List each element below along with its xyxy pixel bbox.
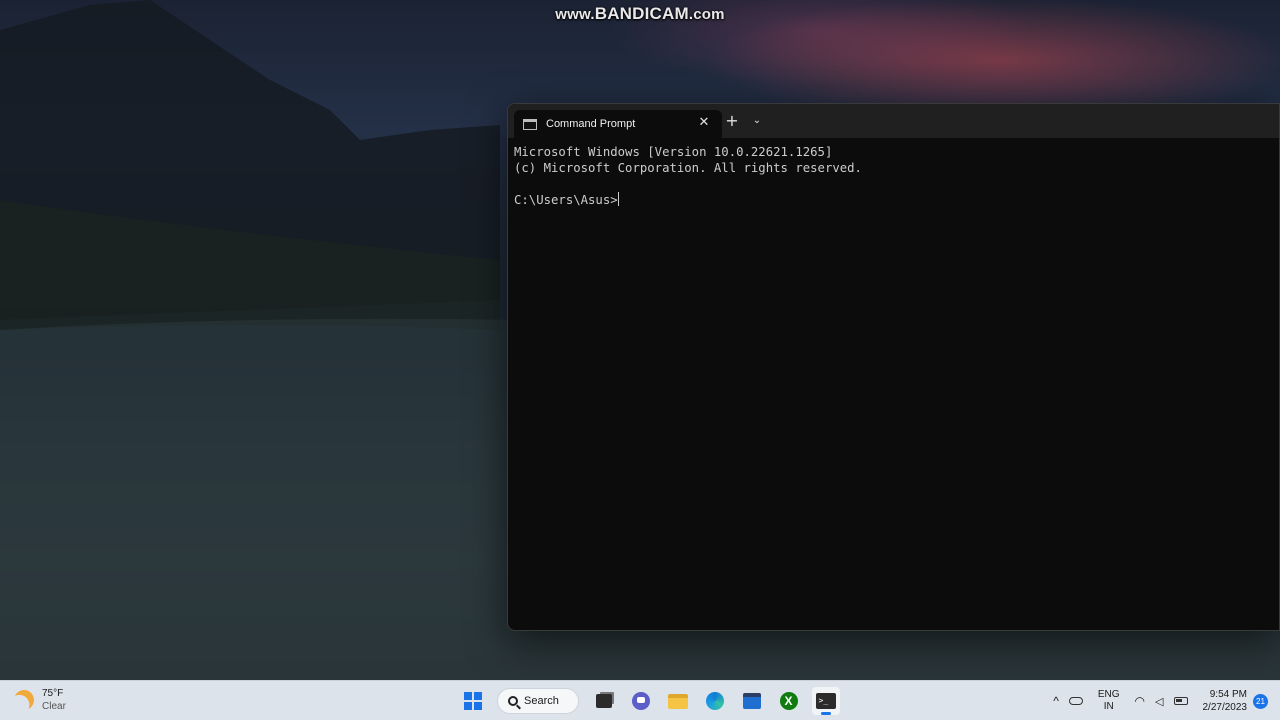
moon-icon [11,687,37,713]
tab-title: Command Prompt [546,118,636,130]
console-line: Microsoft Windows [Version 10.0.22621.12… [514,145,833,159]
xbox-button[interactable]: X [775,687,803,715]
watermark-brand: BANDICAM [594,4,689,23]
console-output[interactable]: Microsoft Windows [Version 10.0.22621.12… [508,138,1279,208]
clock-time: 9:54 PM [1209,689,1247,700]
watermark-prefix: www. [555,6,595,23]
close-tab-icon[interactable]: ✕ [696,115,712,131]
edge-icon [705,692,724,710]
tab-command-prompt[interactable]: Command Prompt ✕ [514,110,722,138]
onedrive-icon[interactable] [1068,697,1083,705]
clock-date: 2/27/2023 [1202,702,1248,713]
language-code: ENG [1097,689,1120,700]
terminal-icon: >_ [815,693,836,709]
notification-badge[interactable]: 21 [1253,693,1268,709]
text-cursor [617,192,619,206]
search-icon [508,696,518,706]
language-indicator[interactable]: ENG IN [1098,689,1120,713]
system-tray: ^ ENG IN ◠ ◁ 9:54 PM 2/27/2023 21 [1048,681,1280,720]
console-prompt-line[interactable]: C:\Users\Asus> [514,192,1279,208]
new-tab-button[interactable]: + [724,113,740,129]
taskbar: 75°F Clear Search X >_ ^ ENG IN ◠ ◁ 9:54… [0,680,1280,720]
show-hidden-icons-chevron[interactable]: ^ [1053,694,1059,708]
file-explorer-button[interactable] [664,687,692,715]
battery-icon[interactable] [1173,697,1188,705]
task-view-icon [595,694,612,708]
clock[interactable]: 9:54 PM 2/27/2023 [1203,688,1248,714]
start-button[interactable] [459,687,487,715]
weather-widget[interactable]: 75°F Clear [14,687,66,713]
chat-button[interactable] [627,687,655,715]
terminal-titlebar[interactable]: Command Prompt ✕ + ⌄ [508,104,1279,138]
console-icon [523,118,537,130]
volume-icon[interactable]: ◁ [1155,695,1163,708]
task-view-button[interactable] [590,687,618,715]
weather-condition: Clear [42,701,66,712]
weather-temp: 75°F [42,688,64,699]
store-icon [742,693,761,709]
taskbar-apps: Search X >_ [454,681,844,720]
bandicam-watermark: www.BANDICAM.com [540,4,740,24]
xbox-icon: X [779,692,798,710]
language-region: IN [1103,701,1114,712]
watermark-suffix: .com [688,6,725,23]
edge-button[interactable] [701,687,729,715]
terminal-window: Command Prompt ✕ + ⌄ Microsoft Windows [… [507,103,1280,631]
store-button[interactable] [738,687,766,715]
folder-icon [667,693,688,709]
search-label: Search [524,695,559,707]
windows-logo-icon [463,692,482,710]
wifi-icon[interactable]: ◠ [1135,694,1145,708]
chat-icon [631,692,650,710]
chevron-down-icon[interactable]: ⌄ [750,114,764,128]
console-prompt: C:\Users\Asus> [514,193,618,207]
search-button[interactable]: Search [497,688,579,714]
terminal-button[interactable]: >_ [811,687,840,715]
console-line: (c) Microsoft Corporation. All rights re… [514,161,862,175]
